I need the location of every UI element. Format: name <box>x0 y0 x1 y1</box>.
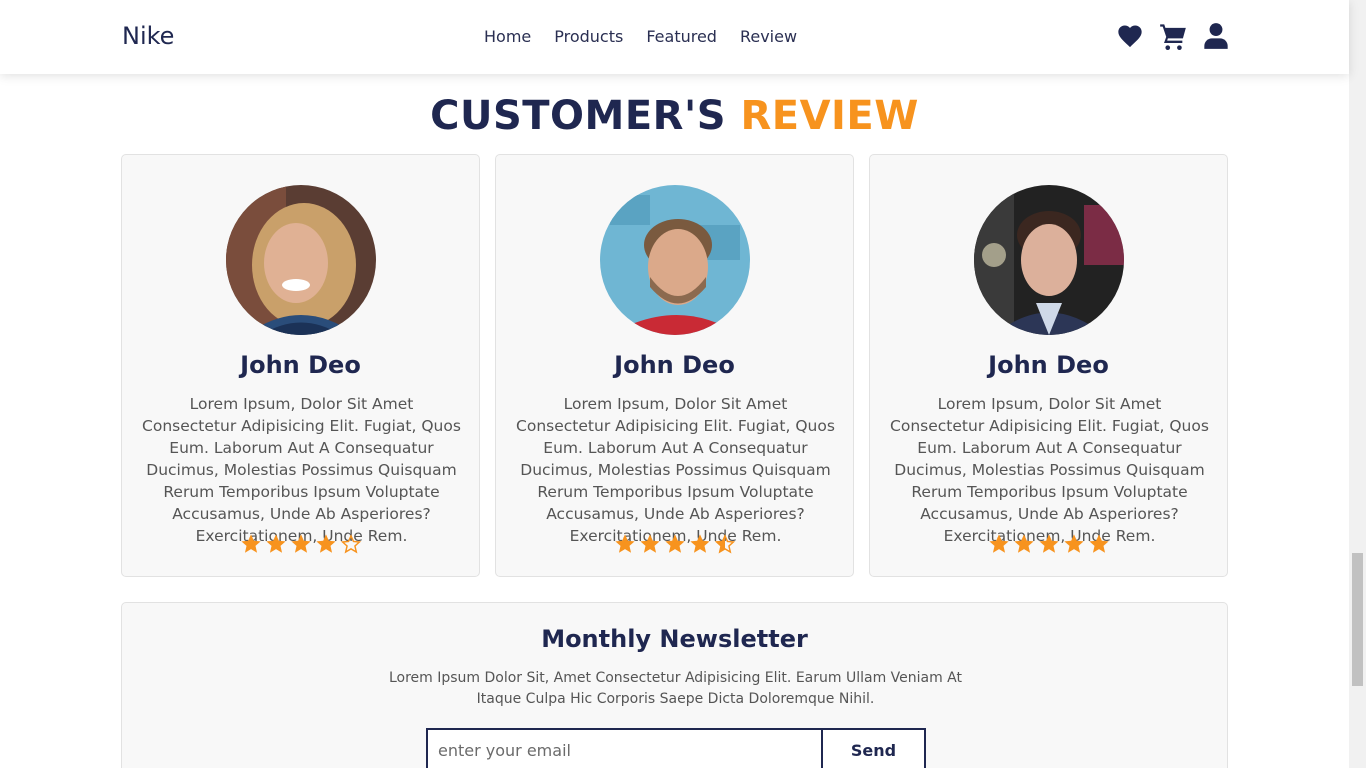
nav-link-review[interactable]: Review <box>740 27 797 46</box>
scrollbar-thumb[interactable] <box>1352 553 1363 686</box>
star-full-icon <box>639 533 661 555</box>
newsletter-text: Lorem Ipsum Dolor Sit, Amet Consectetur … <box>388 670 963 707</box>
review-card: John Deo Lorem Ipsum, Dolor Sit Amet Con… <box>869 154 1228 577</box>
heart-icon[interactable] <box>1116 22 1144 50</box>
nav-link-home[interactable]: Home <box>484 27 531 46</box>
star-half-icon <box>714 533 736 555</box>
star-full-icon <box>689 533 711 555</box>
avatar <box>974 185 1124 335</box>
star-full-icon <box>664 533 686 555</box>
star-rating <box>122 533 479 555</box>
review-text: Lorem Ipsum, Dolor Sit Amet Consectetur … <box>890 395 1209 545</box>
avatar <box>600 185 750 335</box>
page-scrollbar[interactable] <box>1349 0 1366 768</box>
nav-link-products[interactable]: Products <box>554 27 623 46</box>
star-rating <box>496 533 853 555</box>
newsletter-title: Monthly Newsletter <box>541 625 808 653</box>
star-full-icon <box>315 533 337 555</box>
send-button[interactable]: Send <box>821 730 924 768</box>
reviewer-name: John Deo <box>988 351 1109 379</box>
title-part-1: CUSTOMER'S <box>430 93 727 139</box>
review-card: John Deo Lorem Ipsum, Dolor Sit Amet Con… <box>121 154 480 577</box>
star-rating <box>870 533 1227 555</box>
newsletter-section: Monthly Newsletter Lorem Ipsum Dolor Sit… <box>121 602 1228 768</box>
user-icon[interactable] <box>1202 22 1230 50</box>
star-full-icon <box>614 533 636 555</box>
reviewer-name: John Deo <box>614 351 735 379</box>
nav-icons <box>1116 22 1230 50</box>
review-text: Lorem Ipsum, Dolor Sit Amet Consectetur … <box>516 395 835 545</box>
star-full-icon <box>265 533 287 555</box>
newsletter-form: Send <box>426 728 926 768</box>
brand-logo[interactable]: Nike <box>122 22 174 50</box>
title-part-2: REVIEW <box>740 93 919 139</box>
navbar: Nike Home Products Featured Review <box>0 0 1349 74</box>
avatar <box>226 185 376 335</box>
star-full-icon <box>988 533 1010 555</box>
email-input[interactable] <box>428 730 821 768</box>
star-full-icon <box>1088 533 1110 555</box>
cart-icon[interactable] <box>1159 22 1187 50</box>
star-full-icon <box>1038 533 1060 555</box>
reviewer-name: John Deo <box>240 351 361 379</box>
star-empty-icon <box>340 533 362 555</box>
nav-link-featured[interactable]: Featured <box>646 27 717 46</box>
star-full-icon <box>1063 533 1085 555</box>
review-section-title: CUSTOMER'S REVIEW <box>0 93 1349 139</box>
nav-links: Home Products Featured Review <box>484 27 820 46</box>
star-full-icon <box>240 533 262 555</box>
star-full-icon <box>290 533 312 555</box>
star-full-icon <box>1013 533 1035 555</box>
review-text: Lorem Ipsum, Dolor Sit Amet Consectetur … <box>142 395 461 545</box>
review-card: John Deo Lorem Ipsum, Dolor Sit Amet Con… <box>495 154 854 577</box>
